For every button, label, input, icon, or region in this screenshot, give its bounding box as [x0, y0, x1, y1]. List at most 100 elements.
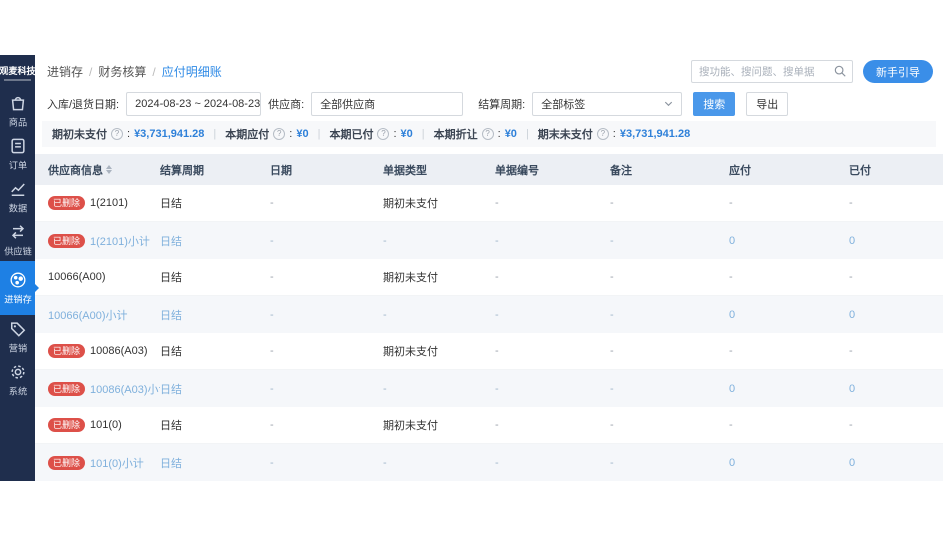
- sidebar-item-label: 商品: [8, 117, 27, 128]
- date-cell: -: [270, 382, 274, 395]
- supplier-cell: 已删除 10086(A03): [48, 344, 160, 358]
- summary-value: ¥0: [296, 128, 309, 140]
- sidebar-item-label: 数据: [8, 203, 27, 214]
- help-icon[interactable]: ?: [596, 128, 609, 140]
- doc-type-cell: -: [383, 382, 387, 395]
- summary-value: ¥3,731,941.28: [134, 128, 205, 140]
- date-cell: -: [270, 197, 274, 209]
- summary-label: 本期应付: [225, 129, 270, 141]
- doc-type-cell: 期初未支付: [383, 198, 438, 210]
- deleted-badge: 已删除: [48, 233, 86, 248]
- doc-type-cell: -: [383, 456, 387, 469]
- table-header-row: 供应商信息 结算周期 日期 单据类型 单据编号 备注 应付 已付: [35, 154, 943, 185]
- export-button[interactable]: 导出: [746, 91, 789, 116]
- inventory-icon: [8, 270, 28, 290]
- supplier-cell: 已删除 10086(A03)小计: [48, 381, 160, 397]
- summary-label: 本期折让: [433, 129, 478, 141]
- logo-subtitle: [4, 78, 31, 81]
- date-cell: -: [270, 345, 274, 357]
- date-cell: -: [270, 419, 274, 431]
- table-row: 已删除 1(2101) 日结 - 期初未支付 - - - -: [35, 185, 943, 222]
- summary-colon: :: [612, 128, 616, 140]
- sidebar-item-orders[interactable]: 订单: [0, 132, 35, 175]
- cycle-cell: 日结: [160, 346, 182, 358]
- breadcrumb-inventory[interactable]: 进销存: [47, 63, 83, 80]
- bag-icon: [8, 93, 28, 113]
- cycle-cell: 日结: [160, 457, 182, 470]
- summary-item: 期初未支付?: ¥3,731,941.28: [52, 126, 204, 142]
- summary-colon: :: [127, 128, 131, 140]
- column-header-label: 供应商信息: [48, 164, 103, 177]
- summary-separator: |: [525, 128, 529, 140]
- summary-item: 期末未支付?: ¥3,731,941.28: [538, 126, 690, 142]
- summary-label: 期初未支付: [52, 129, 107, 141]
- sidebar-item-label: 营销: [8, 343, 27, 354]
- payable-cell: -: [729, 271, 733, 283]
- help-icon[interactable]: ?: [481, 128, 494, 140]
- help-icon[interactable]: ?: [377, 128, 390, 140]
- cycle-filter-select[interactable]: 全部标签: [532, 91, 683, 116]
- help-icon[interactable]: ?: [111, 128, 123, 140]
- sidebar-item-label: 供应链: [3, 246, 32, 257]
- column-header[interactable]: 供应商信息: [48, 162, 160, 178]
- date-range-picker[interactable]: 2024-08-23 ~ 2024-08-23: [126, 91, 262, 116]
- supplier-name: 101(0): [90, 419, 122, 431]
- global-search-input[interactable]: [691, 60, 853, 83]
- sidebar-item-system[interactable]: 系统: [0, 358, 35, 401]
- column-header-label: 备注: [610, 164, 632, 177]
- deleted-badge: 已删除: [48, 344, 86, 358]
- deleted-badge: 已删除: [48, 418, 86, 432]
- payable-cell: -: [729, 197, 733, 209]
- cycle-filter-value: 全部标签: [541, 98, 586, 111]
- doc-no-cell: -: [495, 382, 499, 395]
- cycle-cell: 日结: [160, 309, 182, 322]
- global-search: [691, 60, 853, 83]
- sidebar-item-inventory[interactable]: 进销存: [0, 261, 39, 315]
- breadcrumb-finance[interactable]: 财务核算: [98, 63, 146, 80]
- sidebar-item-products[interactable]: 商品: [0, 89, 35, 132]
- summary-item: 本期应付?: ¥0: [225, 126, 309, 142]
- deleted-badge: 已删除: [48, 455, 86, 470]
- beginner-guide-button[interactable]: 新手引导: [863, 60, 933, 83]
- supplier-name: 10086(A03): [90, 345, 148, 357]
- cycle-cell: 日结: [160, 383, 182, 396]
- date-cell: -: [270, 234, 274, 247]
- summary-label: 本期已付: [329, 129, 374, 141]
- supplier-filter-label: 供应商:: [268, 98, 305, 111]
- sort-icon[interactable]: [106, 165, 112, 174]
- remark-cell: -: [610, 234, 614, 247]
- search-button[interactable]: 搜索: [693, 91, 736, 116]
- date-cell: -: [270, 271, 274, 283]
- sidebar-item-supply[interactable]: 供应链: [0, 218, 35, 261]
- chart-icon: [8, 179, 28, 199]
- doc-type-cell: 期初未支付: [383, 272, 438, 284]
- summary-value: ¥0: [400, 128, 413, 140]
- app-window: 观麦科技 商品 订单 数据 供应链 进销存 营销 系统 进销存 / 财务核算 / 应付明细账…: [0, 55, 943, 481]
- topbar-right: 新手引导: [691, 60, 933, 83]
- doc-no-cell: -: [495, 271, 499, 283]
- supplier-filter-input[interactable]: [311, 91, 464, 116]
- paid-cell: 0: [849, 456, 856, 469]
- cycle-cell: 日结: [160, 198, 182, 210]
- breadcrumb: 进销存 / 财务核算 / 应付明细账: [47, 63, 222, 80]
- supply-icon: [8, 222, 28, 242]
- column-header: 结算周期: [160, 162, 270, 178]
- payable-cell: 0: [729, 308, 736, 321]
- column-header: 备注: [610, 162, 715, 178]
- sidebar-item-marketing[interactable]: 营销: [0, 315, 35, 358]
- doc-no-cell: -: [495, 308, 499, 321]
- cycle-cell: 日结: [160, 272, 182, 284]
- column-header-label: 结算周期: [160, 164, 204, 177]
- chevron-down-icon: [665, 101, 673, 107]
- help-icon[interactable]: ?: [273, 128, 286, 140]
- cycle-filter-label: 结算周期:: [478, 98, 526, 111]
- doc-type-cell: 期初未支付: [383, 420, 438, 432]
- date-filter-label: 入库/退货日期:: [47, 98, 120, 111]
- doc-no-cell: -: [495, 419, 499, 431]
- paid-cell: 0: [849, 234, 856, 247]
- sidebar-item-data[interactable]: 数据: [0, 175, 35, 218]
- breadcrumb-separator: /: [152, 64, 156, 79]
- payable-cell: 0: [729, 234, 736, 247]
- remark-cell: -: [610, 197, 614, 209]
- doc-no-cell: -: [495, 456, 499, 469]
